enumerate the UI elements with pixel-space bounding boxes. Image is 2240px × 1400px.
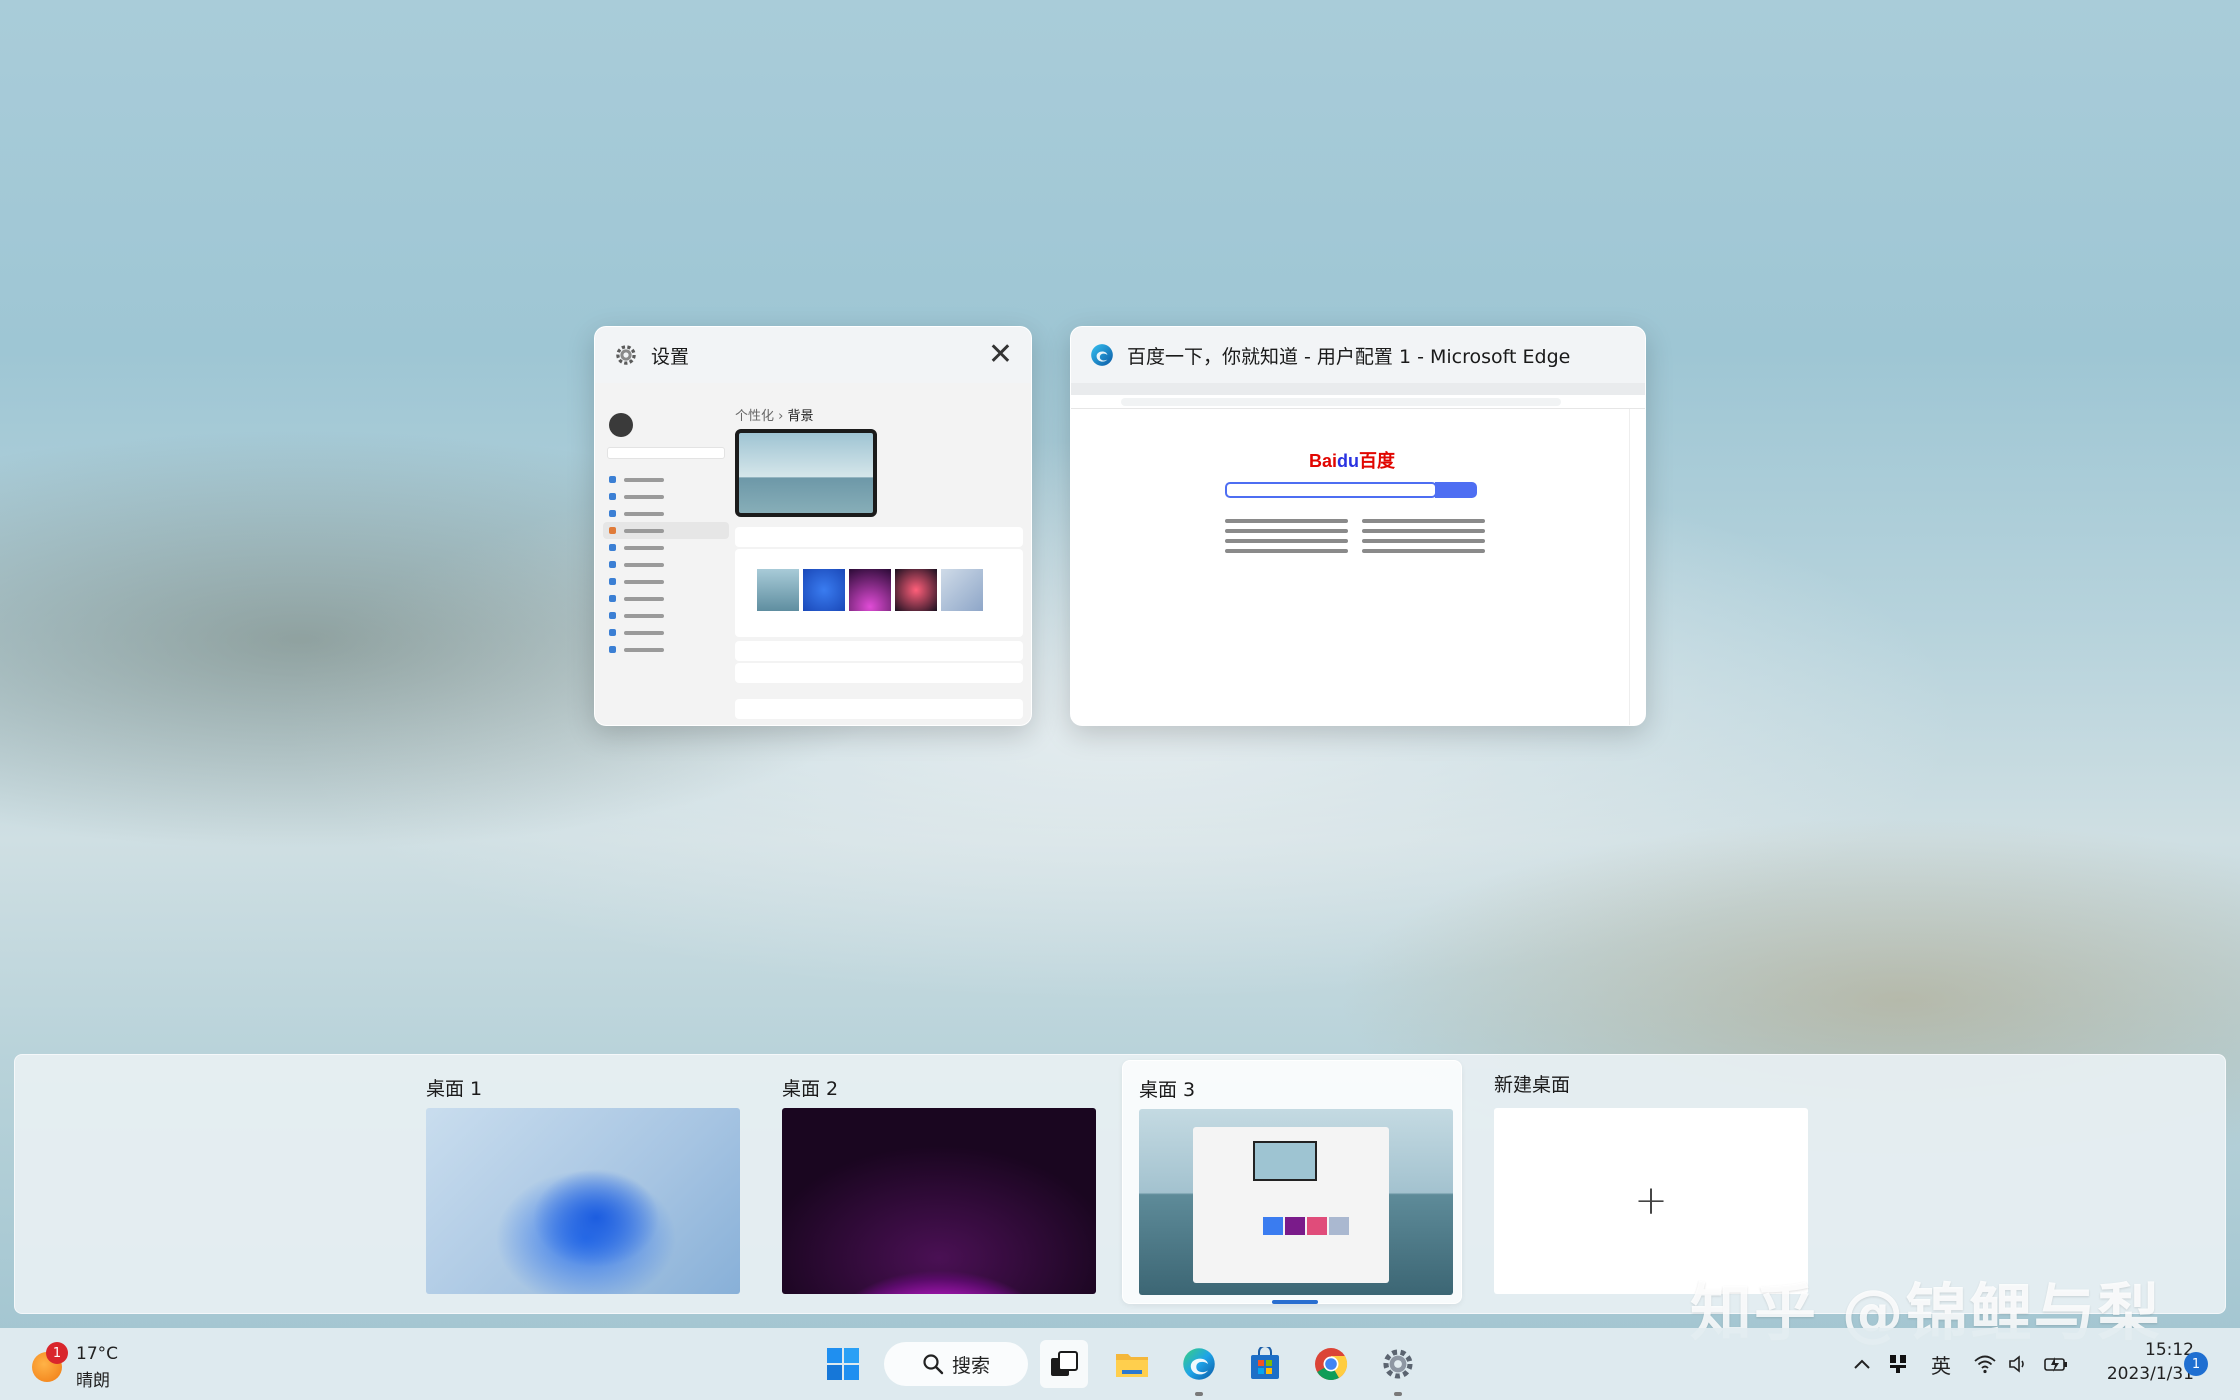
current-desktop-indicator <box>1272 1300 1318 1304</box>
desktop-label: 桌面 2 <box>782 1078 839 1100</box>
task-view-button[interactable] <box>1040 1340 1088 1388</box>
system-tray: 英 <box>1850 1328 2072 1400</box>
start-icon <box>827 1348 859 1380</box>
settings-sidebar <box>603 413 729 658</box>
edge-icon <box>1183 1348 1215 1380</box>
settings-button[interactable] <box>1374 1340 1422 1396</box>
settings-icon <box>1383 1349 1413 1379</box>
list-item <box>603 641 729 658</box>
search-icon <box>923 1354 944 1375</box>
hot-search-list <box>1225 519 1485 553</box>
plus-icon: + <box>1634 1178 1668 1224</box>
list-item <box>603 573 729 590</box>
avatar <box>609 413 633 437</box>
search-label: 搜索 <box>951 1354 990 1377</box>
wallpaper-thumbnails <box>757 569 983 611</box>
settings-card <box>735 527 1023 547</box>
chevron-up-icon <box>1854 1359 1870 1369</box>
desktop-thumbnail <box>426 1108 740 1294</box>
store-icon <box>1251 1347 1279 1379</box>
address-bar <box>1071 395 1645 409</box>
window-title: 设置 <box>651 345 690 368</box>
notification-badge[interactable]: 1 <box>2184 1352 2208 1376</box>
desktop-2[interactable]: 桌面 2 <box>766 1060 1106 1304</box>
search-button <box>1435 482 1477 498</box>
weather-temp: 17°C <box>76 1344 119 1364</box>
list-item <box>603 590 729 607</box>
edge-button[interactable] <box>1175 1340 1223 1396</box>
chrome-button[interactable] <box>1307 1340 1355 1388</box>
battery-icon[interactable] <box>2040 1355 2072 1373</box>
search-input <box>1225 482 1437 498</box>
chrome-icon <box>1315 1348 1348 1381</box>
list-item <box>603 505 729 522</box>
browser-sidebar <box>1629 409 1645 725</box>
list-item <box>603 607 729 624</box>
desktop-thumbnail <box>782 1108 1096 1294</box>
desktop-3[interactable]: 桌面 3 <box>1122 1060 1462 1304</box>
start-button[interactable] <box>819 1340 867 1388</box>
desktop-thumbnail <box>1139 1109 1453 1295</box>
window-titlebar: 设置 ✕ <box>595 327 1031 383</box>
wallpaper-preview <box>735 429 877 517</box>
taskbar: 1 17°C 晴朗 搜索 英 15:12 2023/1/31 1 <box>0 1328 2240 1400</box>
settings-preview: 个性化 › 背景 <box>595 383 1031 725</box>
settings-card <box>735 663 1023 683</box>
list-item <box>603 488 729 505</box>
show-hidden-icons-button[interactable] <box>1850 1358 1874 1370</box>
weather-condition: 晴朗 <box>76 1371 110 1391</box>
desktop-1[interactable]: 桌面 1 <box>410 1060 750 1304</box>
list-item <box>603 539 729 556</box>
settings-window-thumbnail[interactable]: 设置 ✕ 个性化 › 背景 <box>594 326 1032 726</box>
edge-window-thumbnail[interactable]: 百度一下，你就知道 - 用户配置 1 - Microsoft Edge Baid… <box>1070 326 1646 726</box>
clock-time: 15:12 <box>2145 1340 2194 1360</box>
browser-preview: Baidu百度 <box>1071 383 1645 725</box>
settings-card <box>735 699 1023 719</box>
list-item <box>603 624 729 641</box>
desktop-label: 新建桌面 <box>1494 1074 1571 1096</box>
list-item <box>603 522 729 539</box>
gear-icon <box>616 345 636 365</box>
settings-card <box>735 641 1023 661</box>
breadcrumb: 个性化 › 背景 <box>735 409 814 424</box>
window-titlebar: 百度一下，你就知道 - 用户配置 1 - Microsoft Edge <box>1071 327 1645 383</box>
window-title: 百度一下，你就知道 - 用户配置 1 - Microsoft Edge <box>1127 345 1571 368</box>
edge-icon <box>1091 344 1113 366</box>
volume-icon[interactable] <box>2004 1354 2034 1374</box>
list-item <box>603 471 729 488</box>
weather-badge: 1 <box>46 1342 68 1364</box>
task-view-icon <box>1051 1351 1078 1376</box>
file-explorer-button[interactable] <box>1108 1340 1156 1388</box>
clock-date: 2023/1/31 <box>2106 1364 2194 1384</box>
file-explorer-icon <box>1116 1354 1148 1377</box>
ime-icon <box>1890 1355 1906 1373</box>
desktop-label: 桌面 1 <box>426 1078 483 1100</box>
list-item <box>603 556 729 573</box>
search-box[interactable]: 搜索 <box>884 1342 1028 1386</box>
input-method-icon[interactable] <box>1886 1354 1910 1374</box>
close-window-button[interactable]: ✕ <box>988 340 1013 370</box>
tab-strip <box>1071 383 1645 395</box>
language-indicator[interactable]: 英 <box>1926 1350 1956 1379</box>
clock[interactable]: 15:12 2023/1/31 <box>2090 1338 2194 1386</box>
weather-widget[interactable]: 1 17°C 晴朗 <box>28 1338 138 1391</box>
store-button[interactable] <box>1241 1340 1289 1388</box>
baidu-logo: Baidu百度 <box>1309 451 1396 471</box>
search-input <box>607 447 725 459</box>
wifi-icon[interactable] <box>1970 1354 2000 1374</box>
desktop-label: 桌面 3 <box>1139 1079 1196 1101</box>
